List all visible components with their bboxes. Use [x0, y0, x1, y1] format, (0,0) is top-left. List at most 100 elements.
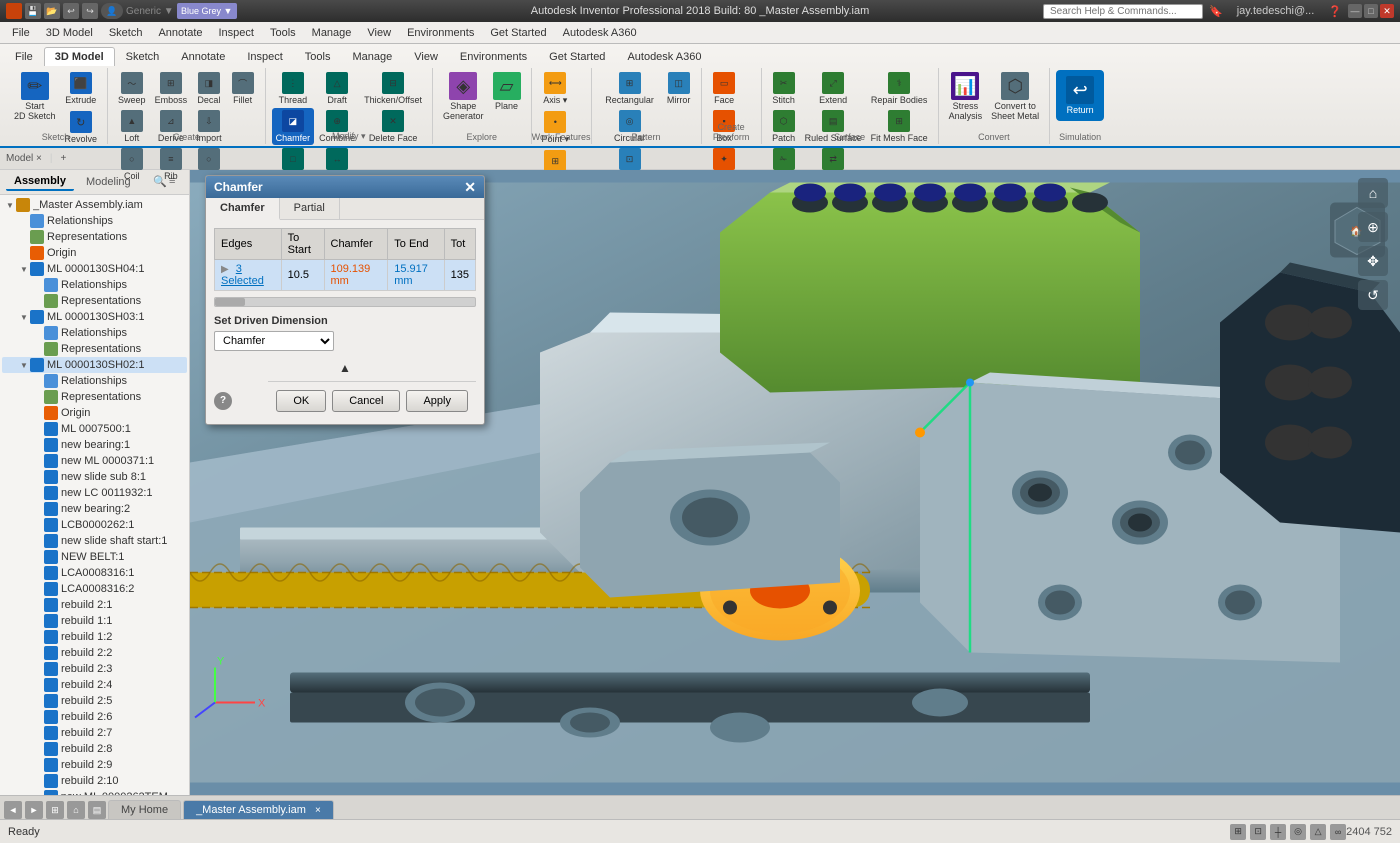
polar-icon[interactable]: ◎ [1290, 824, 1306, 840]
mirror-btn[interactable]: ◫Mirror [663, 70, 695, 107]
convert-sheet-metal-btn[interactable]: ⬡ Convert toSheet Metal [987, 70, 1043, 123]
tree-item[interactable]: rebuild 2:8 [2, 741, 187, 757]
quick-open-btn[interactable]: 📂 [44, 3, 60, 19]
tree-item[interactable]: rebuild 2:4 [2, 677, 187, 693]
tree-item[interactable]: NEW BELT:1 [2, 549, 187, 565]
axis-btn[interactable]: ⟷Axis ▾ [538, 70, 574, 108]
sidebar-tab-assembly[interactable]: Assembly [6, 173, 74, 191]
tree-item[interactable]: Representations [2, 341, 187, 357]
stitch-btn[interactable]: ✂Stitch [768, 70, 800, 107]
tabar-prev-btn[interactable]: ◄ [4, 801, 22, 819]
menu-item-autodesk-a360[interactable]: Autodesk A360 [555, 25, 645, 41]
tree-item[interactable]: new bearing:1 [2, 437, 187, 453]
viewport[interactable]: X Y Z 🏠 Chamfer ✕ Chamfer Partial [190, 170, 1400, 795]
ribbon-tab-get-started[interactable]: Get Started [538, 47, 616, 66]
dialog-tab-partial[interactable]: Partial [280, 198, 340, 219]
tree-item[interactable]: LCB0000262:1 [2, 517, 187, 533]
ribbon-tab-inspect[interactable]: Inspect [236, 47, 293, 66]
ribbon-tab-sketch[interactable]: Sketch [115, 47, 171, 66]
tree-item[interactable]: new ML 0000262TEMP:1 [2, 789, 187, 795]
tree-item[interactable]: rebuild 1:2 [2, 629, 187, 645]
tree-item[interactable]: LCA0008316:2 [2, 581, 187, 597]
quick-redo-btn[interactable]: ↪ [82, 3, 98, 19]
dialog-scrollbar[interactable] [214, 297, 476, 307]
tree-item[interactable]: new ML 0000371:1 [2, 453, 187, 469]
tree-item[interactable]: rebuild 2:10 [2, 773, 187, 789]
face-btn[interactable]: ▭Face [708, 70, 741, 107]
tree-item[interactable]: new slide sub 8:1 [2, 469, 187, 485]
menu-item-inspect[interactable]: Inspect [211, 25, 262, 41]
maximize-button[interactable]: □ [1364, 4, 1378, 18]
scrollbar-thumb[interactable] [215, 298, 245, 306]
menu-item-3d-model[interactable]: 3D Model [38, 25, 101, 41]
tab-master-assembly[interactable]: _Master Assembly.iam × [183, 800, 334, 819]
menu-item-tools[interactable]: Tools [262, 25, 304, 41]
tree-item[interactable]: rebuild 1:1 [2, 613, 187, 629]
dialog-tab-chamfer[interactable]: Chamfer [206, 198, 280, 220]
menu-item-environments[interactable]: Environments [399, 25, 482, 41]
tree-item[interactable]: Origin [2, 405, 187, 421]
ribbon-tab-3d-model[interactable]: 3D Model [44, 47, 115, 66]
otrack-icon[interactable]: ∞ [1330, 824, 1346, 840]
tree-item[interactable]: new slide shaft start:1 [2, 533, 187, 549]
tabar-grid-btn[interactable]: ⊞ [46, 801, 64, 819]
tree-item[interactable]: Relationships [2, 277, 187, 293]
apply-button[interactable]: Apply [406, 390, 468, 412]
menu-item-view[interactable]: View [359, 25, 399, 41]
tab-close-btn[interactable]: × [315, 805, 321, 816]
driven-dimension-select[interactable]: Chamfer Distance Distance and Angle Two … [214, 331, 334, 351]
stress-analysis-btn[interactable]: 📊 StressAnalysis [945, 70, 987, 123]
shape-gen-btn[interactable]: ◈ ShapeGenerator [439, 70, 488, 123]
zoom-btn[interactable]: ⊕ [1358, 212, 1388, 242]
start-2d-sketch-btn[interactable]: ✏ Start2D Sketch [10, 70, 60, 123]
quick-save-btn[interactable]: 💾 [25, 3, 41, 19]
menu-item-manage[interactable]: Manage [304, 25, 360, 41]
tree-item[interactable]: Origin [2, 245, 187, 261]
tree-item[interactable]: new LC 0011932:1 [2, 485, 187, 501]
tree-item[interactable]: ▼ML 0000130SH02:1 [2, 357, 187, 373]
rectangular-btn[interactable]: ⊞Rectangular [598, 70, 662, 107]
rib-btn[interactable]: ≡Rib [151, 146, 192, 183]
home-nav-btn[interactable]: ⌂ [1358, 178, 1388, 208]
menu-item-get-started[interactable]: Get Started [482, 25, 554, 41]
tabar-next-btn[interactable]: ► [25, 801, 43, 819]
thicken-btn[interactable]: ⊟Thicken/Offset [360, 70, 426, 107]
repair-bodies-btn[interactable]: ⚕Repair Bodies [867, 70, 932, 107]
tree-item[interactable]: Representations [2, 229, 187, 245]
orbit-btn[interactable]: ↺ [1358, 280, 1388, 310]
emboss-btn[interactable]: ⊞Emboss [151, 70, 192, 107]
tree-item[interactable]: rebuild 2:6 [2, 709, 187, 725]
coil-btn[interactable]: ○Coil [114, 146, 150, 183]
plane-btn[interactable]: ▱ Plane [489, 70, 525, 113]
tabar-layout-btn[interactable]: ▤ [88, 801, 106, 819]
grid-icon[interactable]: ⊞ [1230, 824, 1246, 840]
osnap-icon[interactable]: △ [1310, 824, 1326, 840]
tree-item[interactable]: Relationships [2, 325, 187, 341]
ribbon-tab-manage[interactable]: Manage [341, 47, 403, 66]
tree-item[interactable]: ▼_Master Assembly.iam [2, 197, 187, 213]
tree-item[interactable]: Relationships [2, 213, 187, 229]
tree-item[interactable]: Relationships [2, 373, 187, 389]
extend-btn[interactable]: ⤢Extend [801, 70, 866, 107]
pan-btn[interactable]: ✥ [1358, 246, 1388, 276]
menu-item-sketch[interactable]: Sketch [101, 25, 151, 41]
tree-item[interactable]: ML 0007500:1 [2, 421, 187, 437]
cancel-button[interactable]: Cancel [332, 390, 400, 412]
ok-button[interactable]: OK [276, 390, 326, 412]
ribbon-tab-file[interactable]: File [4, 47, 44, 66]
tree-item[interactable]: rebuild 2:5 [2, 693, 187, 709]
minimize-button[interactable]: — [1348, 4, 1362, 18]
tree-item[interactable]: new bearing:2 [2, 501, 187, 517]
ribbon-tab-autodesk-a360[interactable]: Autodesk A360 [616, 47, 712, 66]
fillet-btn[interactable]: ⌒Fillet [227, 70, 259, 107]
tree-item[interactable]: Representations [2, 389, 187, 405]
tree-item[interactable]: rebuild 2:9 [2, 757, 187, 773]
menu-item-file[interactable]: File [4, 25, 38, 41]
thread-btn[interactable]: ⋮Thread [272, 70, 315, 107]
ribbon-tab-environments[interactable]: Environments [449, 47, 538, 66]
table-row[interactable]: ▶ 3 Selected 10.5 109.139 mm 15.917 mm 1… [215, 260, 476, 291]
tabar-home-icon[interactable]: ⌂ [67, 801, 85, 819]
tree-item[interactable]: ▼ML 0000130SH04:1 [2, 261, 187, 277]
ribbon-tab-view[interactable]: View [403, 47, 449, 66]
tree-item[interactable]: Representations [2, 293, 187, 309]
